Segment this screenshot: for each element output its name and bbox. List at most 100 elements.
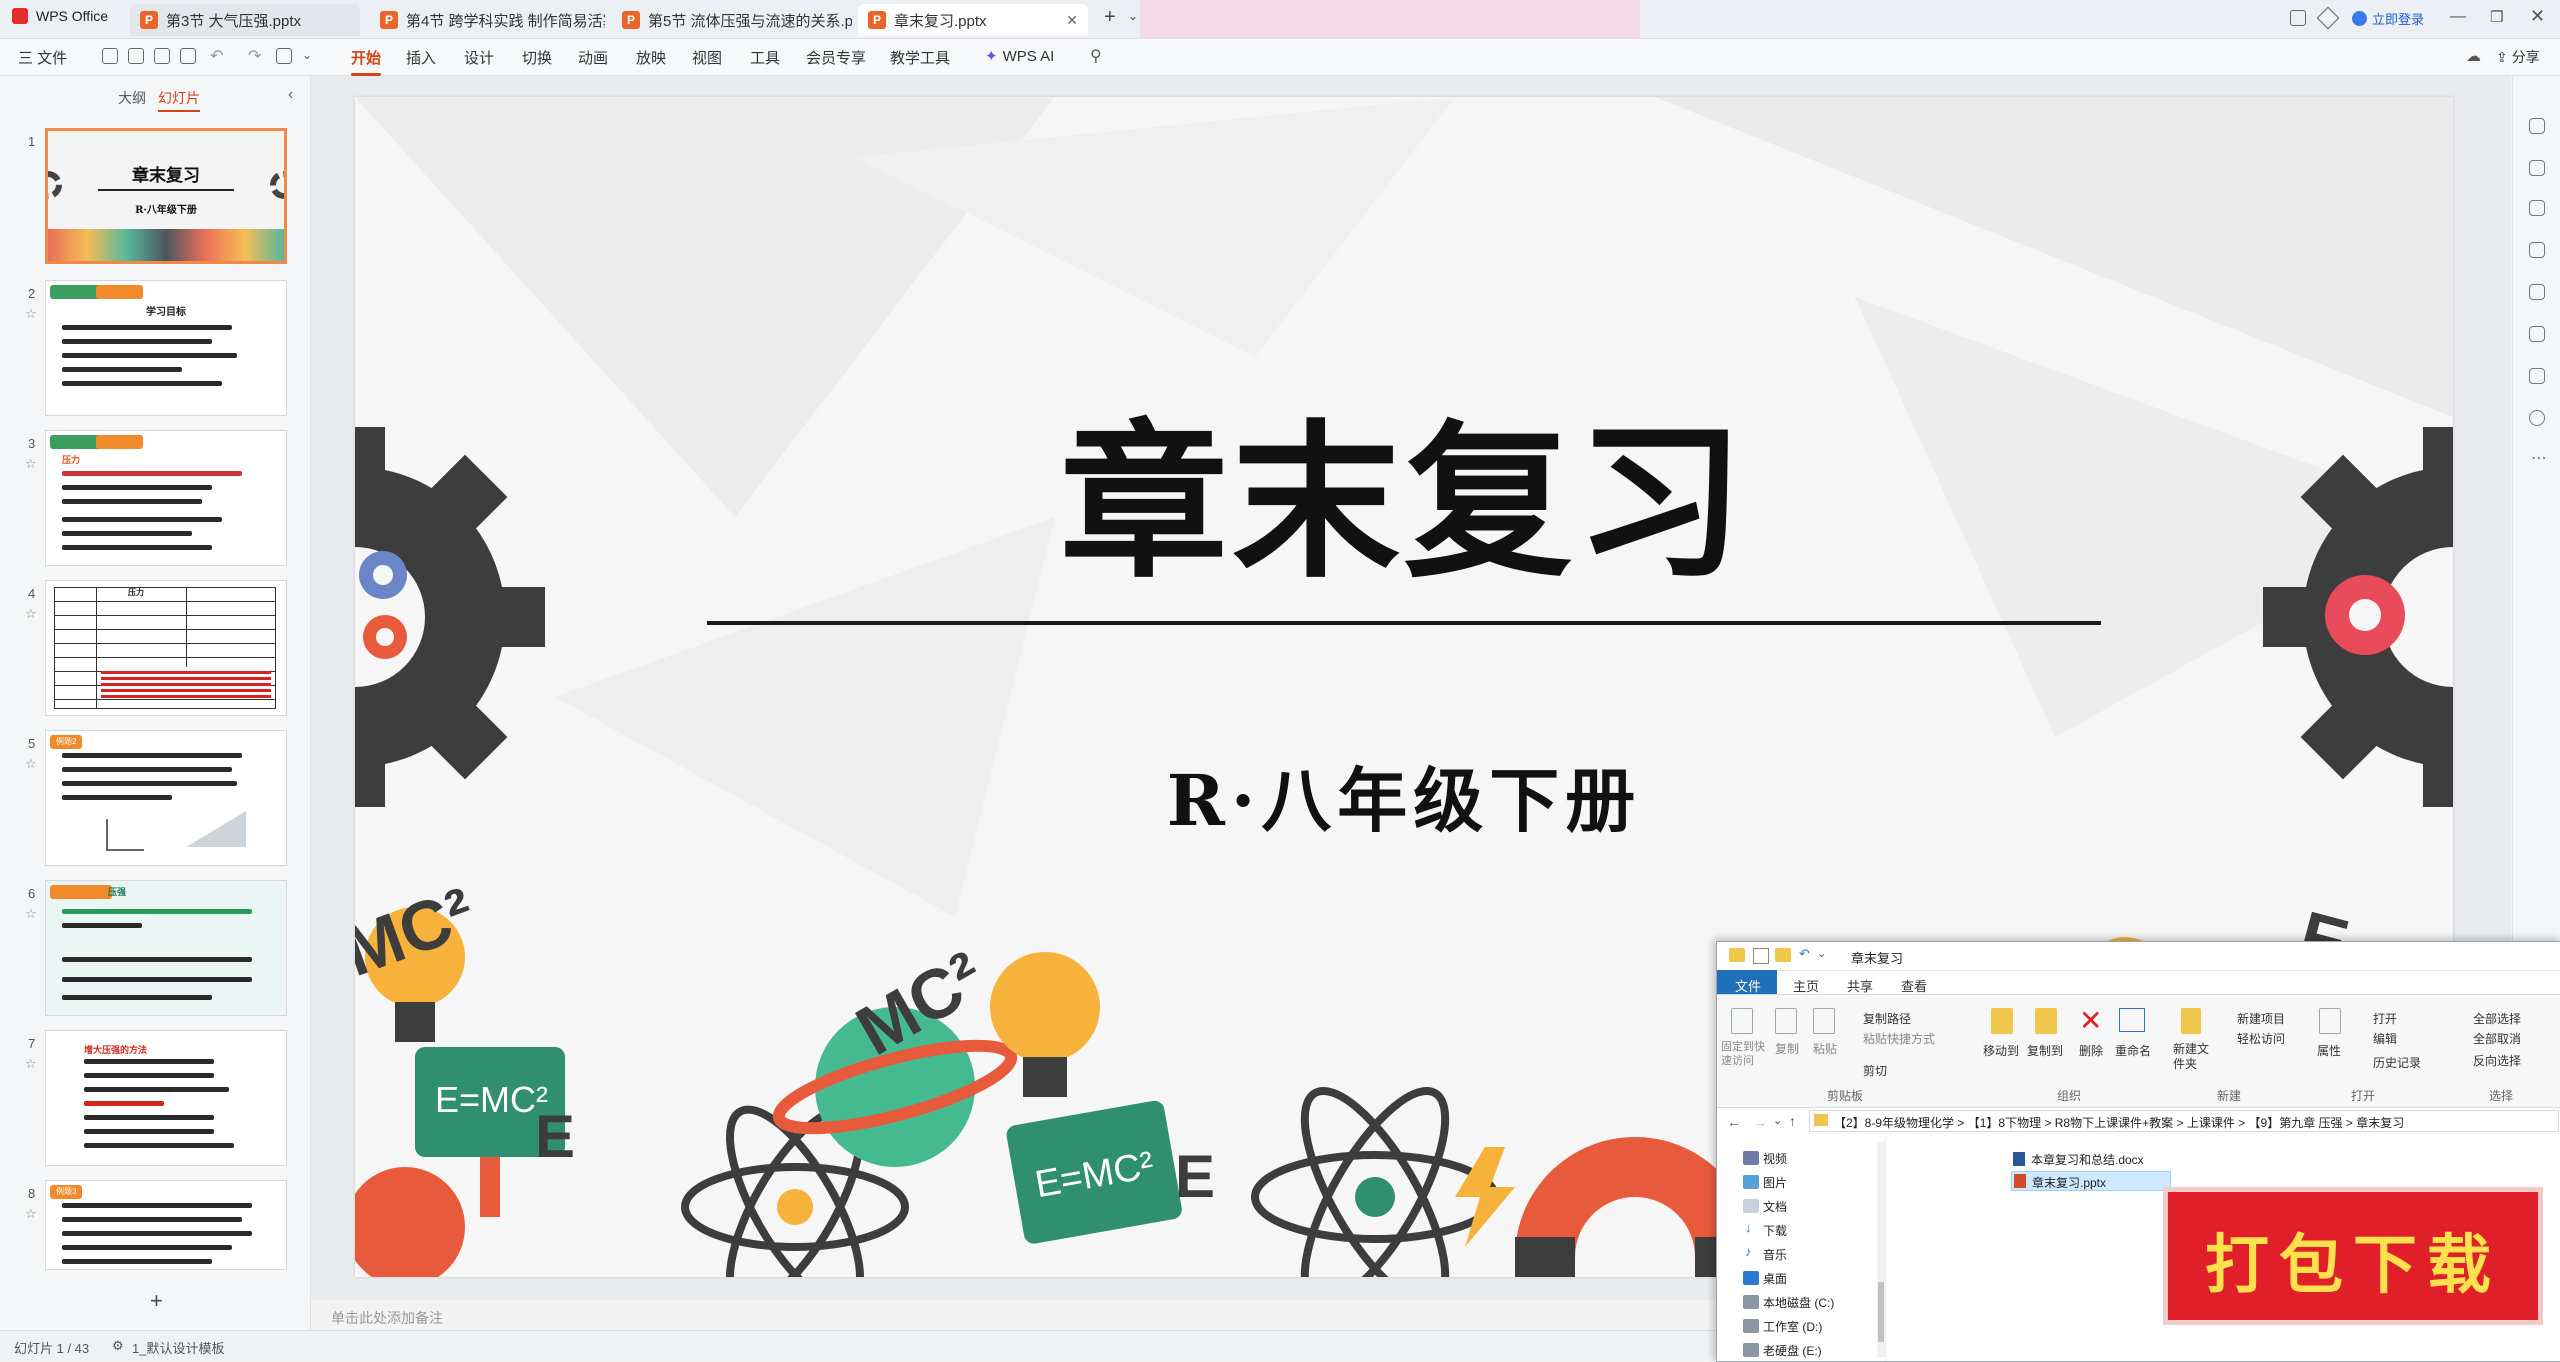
- tab-slideshow[interactable]: 放映: [636, 47, 666, 68]
- star-icon[interactable]: ☆: [25, 756, 37, 772]
- undo-icon[interactable]: ↶: [210, 46, 223, 66]
- paste-button[interactable]: 粘贴: [1813, 1040, 1837, 1057]
- template-icon[interactable]: [2529, 326, 2545, 342]
- ribbon-tab-view[interactable]: 查看: [1901, 976, 1927, 995]
- slide-thumbnail-3[interactable]: 压力: [45, 430, 287, 566]
- slide-thumbnail-8[interactable]: 例题3: [45, 1180, 287, 1270]
- tree-item-documents[interactable]: 文档: [1763, 1198, 1787, 1215]
- share-button[interactable]: ⇪ 分享: [2496, 47, 2540, 67]
- star-icon[interactable]: ☆: [25, 906, 37, 922]
- open-button[interactable]: 打开: [2373, 1010, 2397, 1027]
- theme-name[interactable]: 1_默认设计模板: [132, 1338, 224, 1357]
- adjust-icon[interactable]: [2529, 118, 2545, 134]
- tree-item-desktop[interactable]: 桌面: [1763, 1270, 1787, 1287]
- chevron-down-icon[interactable]: ⌄: [1128, 9, 1138, 23]
- breadcrumb-item[interactable]: 【2】8-9年级物理化学: [1834, 1116, 1954, 1130]
- slide-thumbnail-6[interactable]: 压强: [45, 880, 287, 1016]
- pin-icon[interactable]: [1731, 1008, 1753, 1034]
- list-item[interactable]: 本章复习和总结.docx: [2013, 1150, 2193, 1168]
- new-item-button[interactable]: 新建项目: [2237, 1010, 2285, 1027]
- delete-icon[interactable]: ✕: [2079, 1004, 2102, 1037]
- search-icon[interactable]: ⚲: [1090, 46, 1102, 66]
- slide-subtitle[interactable]: R·八年级下册: [355, 745, 2453, 846]
- address-bar[interactable]: 【2】8-9年级物理化学 > 【1】8下物理 > R8物下上课课件+教案 > 上…: [1809, 1110, 2559, 1132]
- cloud-sync-icon[interactable]: ☁: [2466, 47, 2481, 65]
- tab-view[interactable]: 视图: [692, 47, 722, 68]
- tree-item-pictures[interactable]: 图片: [1763, 1174, 1787, 1191]
- new-folder-button[interactable]: 新建文件夹: [2173, 1042, 2213, 1072]
- save-icon[interactable]: [102, 48, 118, 64]
- paste-shortcut-button[interactable]: 粘贴快捷方式: [1863, 1030, 1935, 1047]
- star-icon[interactable]: ☆: [25, 606, 37, 622]
- tab-doc-3[interactable]: P 第5节 流体压强与流速的关系.pptx: [612, 4, 852, 36]
- copy-button[interactable]: 复制: [1775, 1040, 1799, 1057]
- tree-item-videos[interactable]: 视频: [1763, 1150, 1787, 1167]
- copy-to-icon[interactable]: [2035, 1008, 2057, 1034]
- window-layout-icon[interactable]: [2290, 10, 2306, 26]
- paste-icon[interactable]: [1813, 1008, 1835, 1034]
- tree-item-drive-e[interactable]: 老硬盘 (E:): [1763, 1342, 1822, 1359]
- wps-ai-button[interactable]: ✦ WPS AI: [985, 47, 1054, 66]
- copy-icon[interactable]: [2529, 200, 2545, 216]
- format-painter-icon[interactable]: [276, 48, 292, 64]
- tab-transition[interactable]: 切换: [522, 47, 552, 68]
- breadcrumb-item[interactable]: 上课课件: [2187, 1116, 2235, 1130]
- tab-doc-2[interactable]: P 第4节 跨学科实践 制作简易活塞式抽...: [370, 4, 605, 36]
- tree-item-downloads[interactable]: 下载: [1763, 1222, 1787, 1239]
- copy-to-button[interactable]: 复制到: [2027, 1042, 2063, 1059]
- tab-animation[interactable]: 动画: [578, 47, 608, 68]
- star-icon[interactable]: ☆: [25, 1206, 37, 1222]
- download-banner[interactable]: 打包下载: [2163, 1187, 2543, 1325]
- file-menu[interactable]: 三 文件: [18, 47, 67, 68]
- new-tab-icon[interactable]: +: [1104, 6, 1116, 29]
- layers-icon[interactable]: [2529, 368, 2545, 384]
- folder-icon[interactable]: [1775, 948, 1791, 962]
- rename-icon[interactable]: [2119, 1008, 2145, 1032]
- add-slide-button[interactable]: +: [150, 1288, 163, 1314]
- more-icon[interactable]: ⌄: [302, 48, 312, 62]
- invert-selection-button[interactable]: 反向选择: [2473, 1052, 2521, 1069]
- history-button[interactable]: 历史记录: [2373, 1054, 2421, 1071]
- ribbon-tab-share[interactable]: 共享: [1847, 976, 1873, 995]
- notes-area[interactable]: 单击此处添加备注: [311, 1300, 1711, 1330]
- tree-scrollbar-thumb[interactable]: [1878, 1282, 1884, 1342]
- tab-outline[interactable]: 大纲: [118, 88, 146, 108]
- slide-thumbnail-5[interactable]: 例题2: [45, 730, 287, 866]
- close-window-icon[interactable]: ✕: [2530, 6, 2545, 27]
- tab-doc-active[interactable]: P 章末复习.pptx ✕: [858, 4, 1088, 36]
- tab-insert[interactable]: 插入: [406, 47, 436, 68]
- tab-tools[interactable]: 工具: [750, 47, 780, 68]
- cube-icon[interactable]: [2316, 6, 2340, 30]
- breadcrumb-item[interactable]: 【1】8下物理: [1968, 1116, 2041, 1130]
- star-icon[interactable]: [2529, 160, 2545, 176]
- breadcrumb-item[interactable]: R8物下上课课件+教案: [2055, 1116, 2173, 1130]
- slide-thumbnail-7[interactable]: 增大压强的方法: [45, 1030, 287, 1166]
- forward-icon[interactable]: →: [1753, 1114, 1767, 1130]
- login-button[interactable]: 立即登录: [2352, 9, 2424, 28]
- select-none-button[interactable]: 全部取消: [2473, 1030, 2521, 1047]
- preview-icon[interactable]: [180, 48, 196, 64]
- collapse-panel-icon[interactable]: ‹: [288, 86, 293, 104]
- tab-slides[interactable]: 幻灯片: [158, 88, 200, 108]
- pin-quick-access-button[interactable]: 固定到快速访问: [1721, 1040, 1765, 1068]
- properties-icon[interactable]: [2319, 1008, 2341, 1034]
- print-icon[interactable]: [154, 48, 170, 64]
- star-icon[interactable]: ☆: [25, 1056, 37, 1072]
- tab-member[interactable]: 会员专享: [806, 47, 866, 68]
- delete-button[interactable]: 删除: [2079, 1042, 2103, 1059]
- redo-icon[interactable]: ↷: [248, 46, 261, 66]
- select-all-button[interactable]: 全部选择: [2473, 1010, 2521, 1027]
- tree-item-drive-d[interactable]: 工作室 (D:): [1763, 1318, 1822, 1335]
- recent-icon[interactable]: ⌄: [1773, 1114, 1782, 1127]
- star-icon[interactable]: ☆: [25, 306, 37, 322]
- ribbon-tab-home[interactable]: 主页: [1793, 976, 1819, 995]
- quick-access-icon[interactable]: [1753, 948, 1769, 964]
- dropdown-icon[interactable]: ⌄: [1817, 947, 1826, 960]
- undo-icon[interactable]: ↶: [1799, 946, 1810, 962]
- move-to-button[interactable]: 移动到: [1983, 1042, 2019, 1059]
- slide-thumbnail-4[interactable]: 压力: [45, 580, 287, 716]
- easy-access-button[interactable]: 轻松访问: [2237, 1030, 2285, 1047]
- copy-icon[interactable]: [1775, 1008, 1797, 1034]
- move-to-icon[interactable]: [1991, 1008, 2013, 1034]
- tab-design[interactable]: 设计: [464, 47, 494, 68]
